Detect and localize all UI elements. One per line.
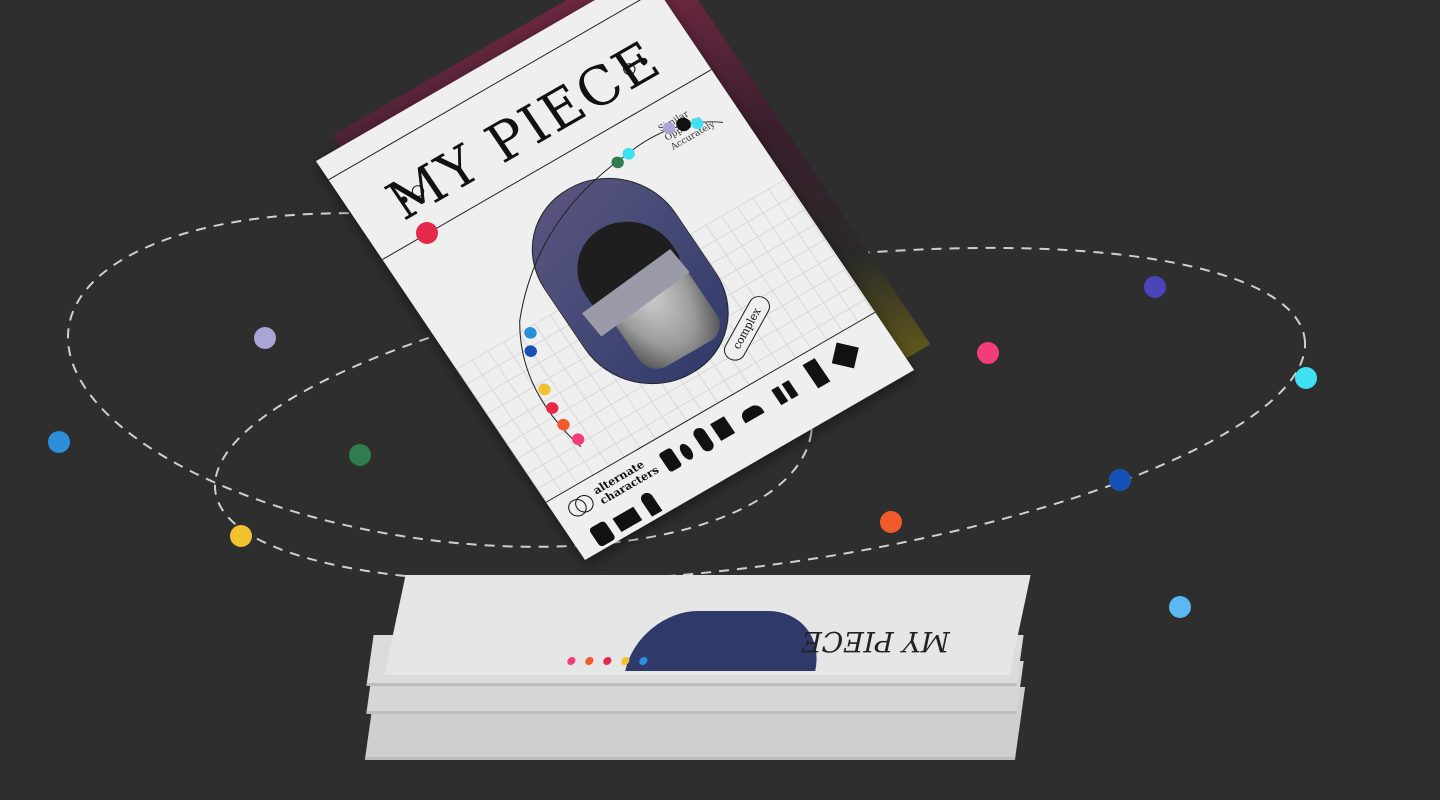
bead-red <box>546 402 559 414</box>
bead-grey <box>662 122 676 134</box>
orbit-dot-orange <box>880 511 902 533</box>
bead-pink <box>571 433 585 446</box>
bead-teal <box>691 117 704 130</box>
orbit-dot-red <box>416 222 438 244</box>
bead-lightblue <box>524 327 537 339</box>
orbit-dot-yellow <box>230 525 252 547</box>
book-stack: MY PIECE <box>364 575 1031 765</box>
scene: MY PIECE MY PIECE Similar Opposite Accur… <box>0 0 1440 800</box>
bead-orange <box>557 418 570 431</box>
orbit-dot-navy <box>1109 469 1131 491</box>
bead-black <box>676 117 691 132</box>
orbit-dot-green <box>349 444 371 466</box>
stack-top-title: MY PIECE <box>797 625 954 658</box>
orbit-dot-blue <box>48 431 70 453</box>
orbit-dot-skyblue <box>1169 596 1191 618</box>
orbit-dot-lavender <box>254 327 276 349</box>
orbit-dot-cyan <box>1295 367 1317 389</box>
stack-top-cover: MY PIECE <box>384 575 1031 675</box>
bead-blue <box>524 345 537 357</box>
stack-top-dots <box>566 657 668 665</box>
orbit-dot-indigo <box>1144 276 1166 298</box>
orbit-dot-pink <box>977 342 999 364</box>
